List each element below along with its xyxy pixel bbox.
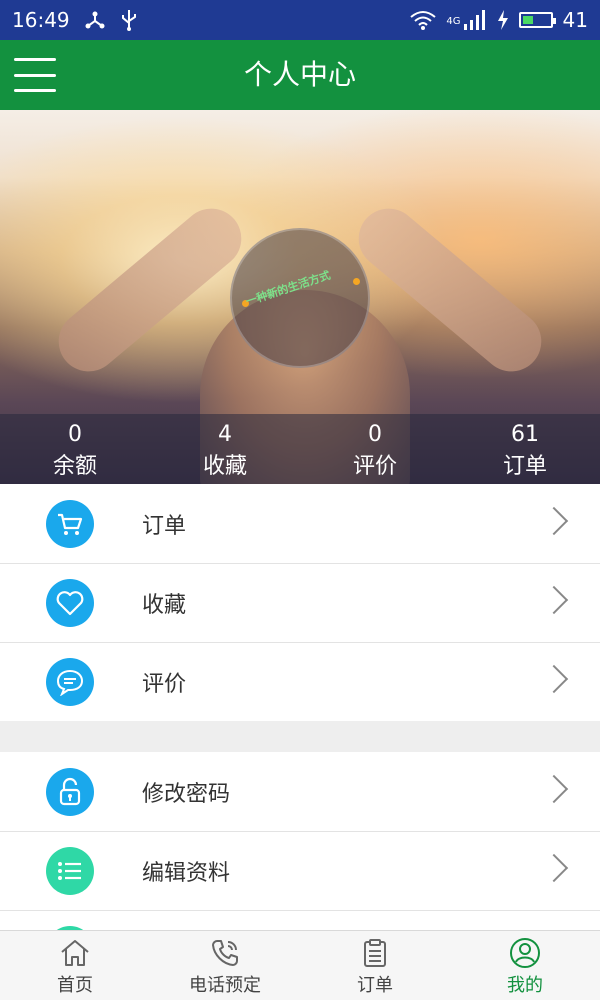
stat-reviews[interactable]: 0 评价: [300, 414, 450, 484]
menu-item-edit-profile[interactable]: 编辑资料: [0, 831, 600, 910]
cart-icon: [46, 500, 94, 548]
chevron-right-icon: [539, 774, 569, 804]
menu-item-orders[interactable]: 订单: [0, 484, 600, 563]
avatar[interactable]: 一种新的生活方式: [230, 228, 370, 368]
menu-item-change-password[interactable]: 修改密码: [0, 752, 600, 831]
chat-bubble-icon: [46, 658, 94, 706]
menu-item-favorites[interactable]: 收藏: [0, 563, 600, 642]
page-title: 个人中心: [243, 58, 356, 91]
heart-icon: [46, 579, 94, 627]
clipboard-icon: [364, 938, 386, 967]
chevron-right-icon: [539, 506, 569, 536]
stat-balance[interactable]: 0 余额: [0, 414, 150, 484]
tab-home[interactable]: 首页: [0, 931, 150, 1000]
menu-item-reviews[interactable]: 评价: [0, 642, 600, 721]
menu-item-label: 订单: [142, 513, 187, 539]
phone-icon: [212, 939, 238, 966]
menu-item-label: 评价: [142, 671, 187, 697]
status-bar: 16:49 4G 41: [0, 0, 600, 40]
charging-icon: [497, 10, 508, 30]
list-icon: [46, 847, 94, 895]
chevron-right-icon: [539, 585, 569, 615]
profile-banner: 一种新的生活方式 0 余额 4 收藏 0 评价 61 订单: [0, 110, 600, 484]
chevron-right-icon: [539, 853, 569, 883]
menu-item-label: 编辑资料: [142, 860, 231, 886]
stat-favorites[interactable]: 4 收藏: [150, 414, 300, 484]
share-icon: [85, 11, 105, 29]
usb-icon: [121, 10, 136, 31]
home-icon: [61, 939, 89, 966]
network-type: 4G: [446, 16, 461, 27]
menu-group-primary: 订单 收藏 评价: [0, 484, 600, 721]
battery-icon: [518, 12, 556, 28]
bottom-tab-bar: 首页 电话预定 订单 我的: [0, 930, 600, 1000]
stats-bar: 0 余额 4 收藏 0 评价 61 订单: [0, 414, 600, 484]
menu-item-label: 修改密码: [142, 781, 231, 807]
tab-phone-booking[interactable]: 电话预定: [150, 931, 300, 1000]
menu-item-label: 收藏: [142, 592, 187, 618]
unlock-icon: [46, 768, 94, 816]
tab-mine[interactable]: 我的: [450, 931, 600, 1000]
user-icon: [510, 937, 540, 968]
battery-percent: 41: [562, 8, 588, 32]
clock: 16:49: [12, 8, 70, 32]
avatar-slogan: 一种新的生活方式: [244, 268, 333, 309]
stat-orders[interactable]: 61 订单: [450, 414, 600, 484]
signal-icon: [463, 10, 485, 30]
chevron-right-icon: [539, 664, 569, 694]
wifi-icon: [410, 11, 437, 30]
section-divider: [0, 721, 600, 752]
tab-orders[interactable]: 订单: [300, 931, 450, 1000]
app-header: 个人中心: [0, 40, 600, 110]
